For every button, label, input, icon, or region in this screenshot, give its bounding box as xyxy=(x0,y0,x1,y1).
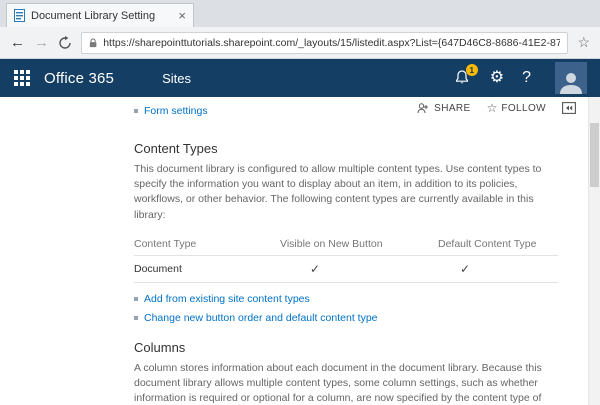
square-bullet-icon xyxy=(134,316,138,320)
notifications-bell-icon[interactable]: 1 xyxy=(454,69,472,87)
url-text: https://sharepointtutorials.sharepoint.c… xyxy=(103,37,560,49)
content-types-heading: Content Types xyxy=(134,141,558,156)
vertical-scrollbar[interactable] xyxy=(588,97,600,405)
content-type-link[interactable]: Document xyxy=(134,263,280,275)
columns-heading: Columns xyxy=(134,340,558,355)
page-favicon-icon xyxy=(14,9,25,22)
app-launcher-icon[interactable] xyxy=(0,59,44,97)
forward-icon[interactable]: → xyxy=(34,35,49,50)
help-icon[interactable]: ? xyxy=(522,70,531,86)
change-new-button-order-link[interactable]: Change new button order and default cont… xyxy=(144,312,378,324)
content-types-table: Content Type Visible on New Button Defau… xyxy=(134,235,558,283)
suitebar-actions: 1 ⚙ ? xyxy=(454,62,590,94)
browser-toolbar: ← → https://sharepointtutorials.sharepoi… xyxy=(0,27,600,59)
tab-close-icon[interactable]: × xyxy=(178,9,186,22)
content-types-table-header: Content Type Visible on New Button Defau… xyxy=(134,235,558,256)
waffle-grid xyxy=(14,70,30,86)
columns-description: A column stores information about each d… xyxy=(134,361,558,405)
focus-on-content-icon[interactable] xyxy=(562,102,576,114)
back-icon[interactable]: ← xyxy=(10,35,25,50)
user-avatar[interactable] xyxy=(555,62,587,94)
square-bullet-icon xyxy=(134,297,138,301)
content-types-table-body: Document ✓ ✓ xyxy=(134,256,558,283)
content-types-description: This document library is configured to a… xyxy=(134,162,558,223)
browser-titlebar: Document Library Setting × xyxy=(0,0,600,27)
scrollbar-thumb[interactable] xyxy=(590,123,599,187)
form-settings-link[interactable]: Form settings xyxy=(144,105,208,117)
form-settings-row: Form settings xyxy=(134,105,558,117)
notification-badge: 1 xyxy=(466,64,478,76)
tab-title: Document Library Setting xyxy=(31,10,172,22)
settings-gear-icon[interactable]: ⚙ xyxy=(490,70,504,86)
add-existing-content-types-link[interactable]: Add from existing site content types xyxy=(144,293,310,305)
refresh-icon[interactable] xyxy=(58,36,72,50)
sites-nav-link[interactable]: Sites xyxy=(162,71,191,86)
col-header-default-content-type: Default Content Type xyxy=(438,238,558,250)
col-header-content-type: Content Type xyxy=(134,238,280,250)
checkmark-icon: ✓ xyxy=(438,262,558,276)
office365-brand[interactable]: Office 365 xyxy=(44,70,114,87)
suite-bar: Office 365 Sites 1 ⚙ ? xyxy=(0,59,600,97)
checkmark-icon: ✓ xyxy=(280,262,438,276)
settings-content: Form settings Content Types This documen… xyxy=(134,97,558,405)
address-bar[interactable]: https://sharepointtutorials.sharepoint.c… xyxy=(81,32,568,54)
col-header-visible-new-button: Visible on New Button xyxy=(280,238,438,250)
content-types-links: Add from existing site content types Cha… xyxy=(134,293,558,324)
browser-tab[interactable]: Document Library Setting × xyxy=(6,3,194,27)
table-row: Document ✓ ✓ xyxy=(134,256,558,282)
person-silhouette-icon xyxy=(558,70,584,94)
lock-icon xyxy=(89,37,97,49)
favorites-star-icon[interactable]: ☆ xyxy=(577,34,590,51)
square-bullet-icon xyxy=(134,109,138,113)
page-content-area: SHARE ☆ FOLLOW Form settings Content Typ… xyxy=(0,97,600,405)
